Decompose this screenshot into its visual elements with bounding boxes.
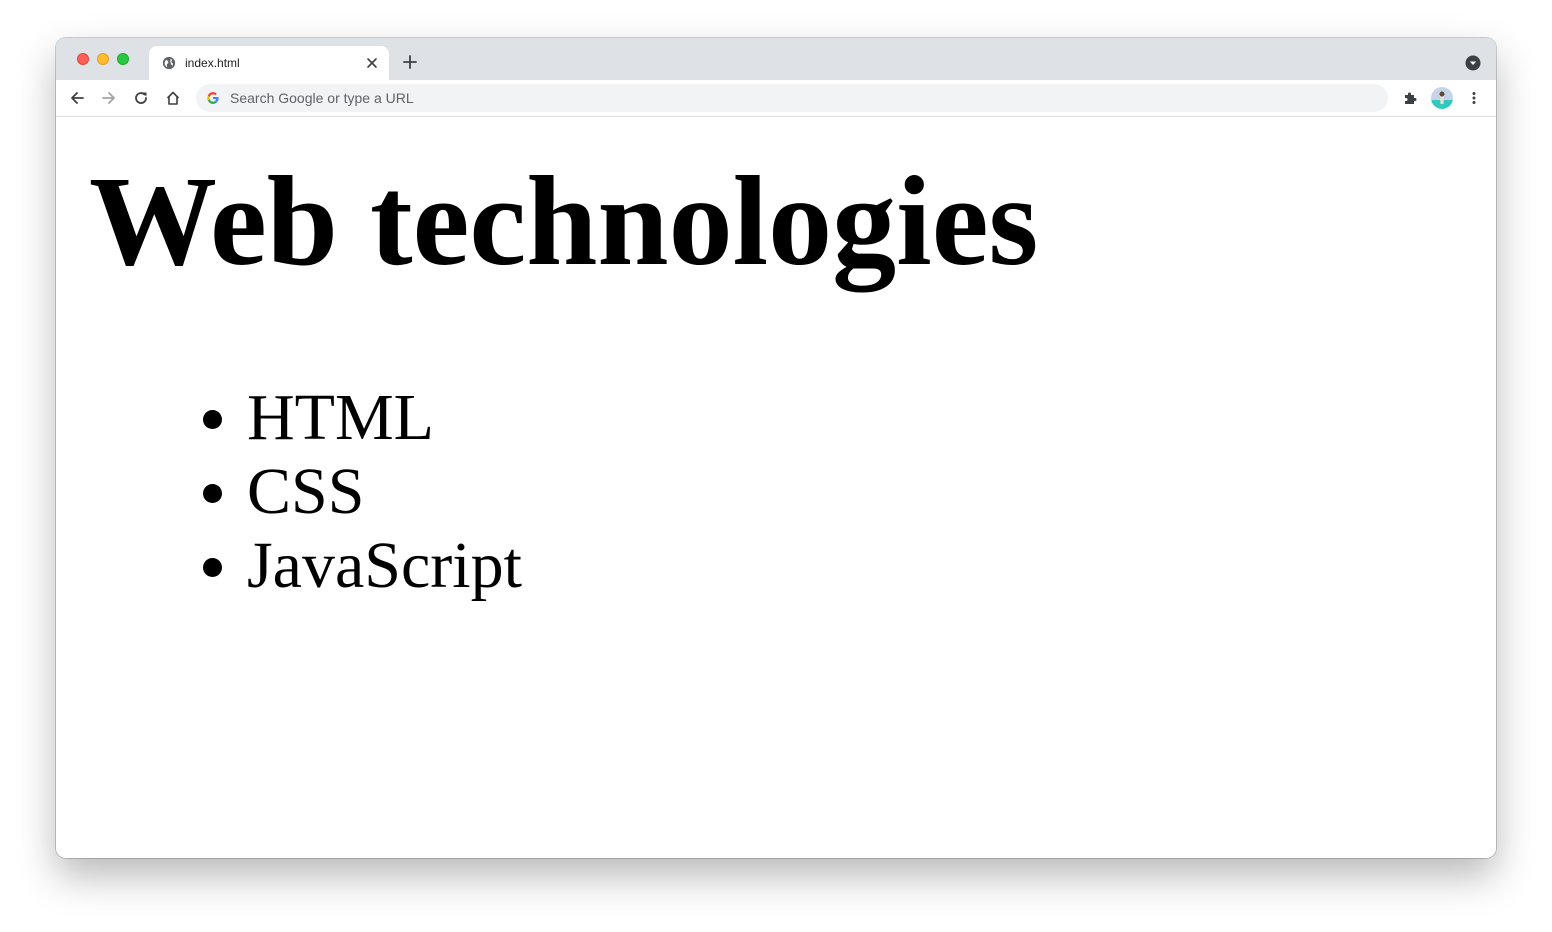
technology-list: HTML CSS JavaScript bbox=[196, 381, 522, 603]
tab-active[interactable]: index.html bbox=[149, 46, 389, 80]
list-item: CSS bbox=[196, 455, 522, 529]
home-icon[interactable] bbox=[165, 90, 181, 106]
minimize-window-button[interactable] bbox=[97, 53, 109, 65]
list-item-label: HTML bbox=[247, 381, 434, 454]
globe-icon bbox=[162, 56, 176, 70]
address-bar-placeholder: Search Google or type a URL bbox=[230, 90, 414, 106]
list-item: HTML bbox=[196, 381, 522, 455]
forward-icon[interactable] bbox=[101, 90, 117, 106]
close-icon[interactable] bbox=[365, 56, 379, 70]
extensions-icon[interactable] bbox=[1402, 90, 1418, 106]
list-item-label: CSS bbox=[247, 455, 365, 528]
list-item: JavaScript bbox=[196, 529, 522, 603]
reload-icon[interactable] bbox=[133, 90, 149, 106]
avatar[interactable] bbox=[1431, 87, 1453, 109]
bullet-icon bbox=[203, 558, 222, 577]
plus-icon[interactable] bbox=[402, 54, 418, 70]
page-heading: Web technologies bbox=[89, 150, 1039, 292]
bullet-icon bbox=[203, 410, 222, 429]
address-bar[interactable]: Search Google or type a URL bbox=[196, 84, 1388, 112]
tab-title: index.html bbox=[185, 56, 240, 70]
close-window-button[interactable] bbox=[77, 53, 89, 65]
google-icon bbox=[207, 92, 219, 104]
tab-strip: index.html bbox=[56, 38, 1496, 80]
more-icon[interactable] bbox=[1466, 90, 1482, 106]
person-icon bbox=[1439, 91, 1445, 104]
tab-search-icon[interactable] bbox=[1465, 55, 1481, 71]
list-item-label: JavaScript bbox=[247, 529, 522, 602]
back-icon[interactable] bbox=[69, 90, 85, 106]
browser-window: index.html Search Google or type a URL W… bbox=[56, 38, 1496, 858]
bullet-icon bbox=[203, 484, 222, 503]
toolbar: Search Google or type a URL bbox=[56, 80, 1496, 117]
maximize-window-button[interactable] bbox=[117, 53, 129, 65]
page-content: Web technologies HTML CSS JavaScript bbox=[56, 118, 1496, 858]
